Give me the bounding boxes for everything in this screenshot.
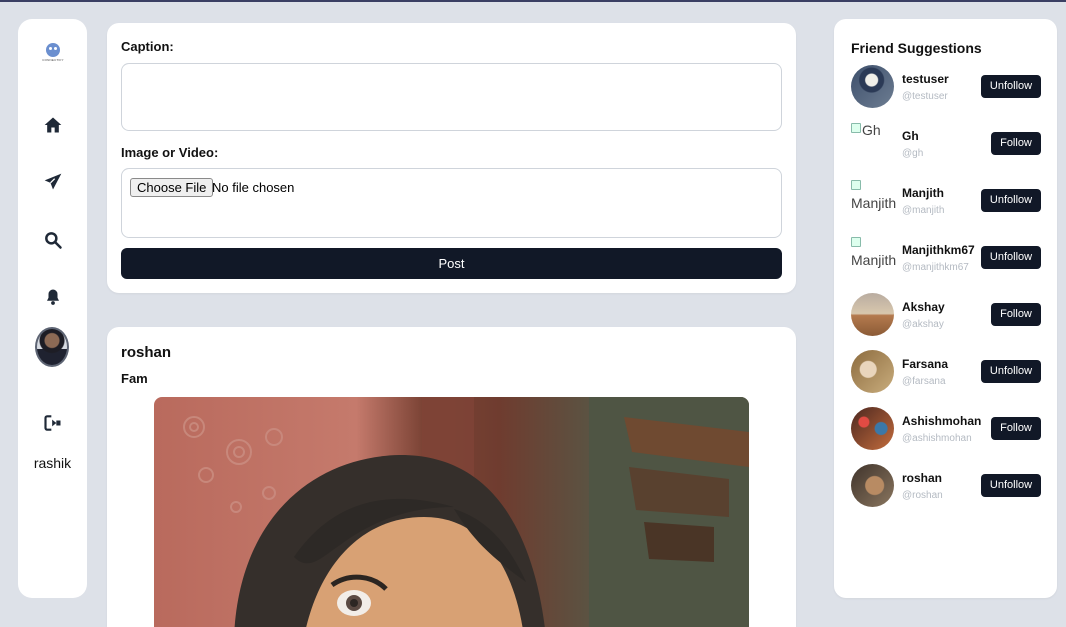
media-file-input[interactable]: Choose File No file chosen [121, 168, 782, 238]
feed-post: roshan Fam [107, 327, 796, 627]
suggestion-row: Farsana @farsana Unfollow [851, 350, 1041, 394]
suggestion-handle: @gh [902, 148, 924, 159]
suggestion-row: testuser @testuser Unfollow [851, 65, 1041, 109]
left-sidebar: CONNECTIFY rashik [18, 19, 87, 598]
bell-icon[interactable] [41, 285, 65, 309]
suggestion-handle: @roshan [902, 490, 943, 501]
profile-avatar[interactable] [35, 327, 69, 367]
suggestion-row: Akshay @akshay Follow [851, 293, 1041, 337]
unfollow-button[interactable]: Unfollow [981, 360, 1041, 383]
suggestion-handle: @akshay [902, 319, 944, 330]
broken-image-icon [851, 123, 861, 133]
broken-avatar-image[interactable]: Manjith [851, 236, 899, 268]
file-status: No file chosen [212, 180, 295, 195]
avatar-alt-text: Manjith [851, 195, 897, 211]
follow-button[interactable]: Follow [991, 132, 1041, 155]
caption-label: Caption: [121, 39, 174, 54]
suggestion-avatar[interactable] [851, 464, 894, 507]
suggestion-avatar[interactable] [851, 293, 894, 336]
logo-text: CONNECTIFY [42, 58, 64, 62]
current-username: rashik [33, 455, 72, 471]
post-button[interactable]: Post [121, 248, 782, 279]
broken-image-icon [851, 180, 861, 190]
suggestion-handle: @ashishmohan [902, 433, 972, 444]
search-icon[interactable] [41, 228, 65, 252]
post-caption: Fam [121, 371, 148, 386]
unfollow-button[interactable]: Unfollow [981, 75, 1041, 98]
window-top-border [0, 0, 1066, 2]
suggestion-name[interactable]: testuser [902, 72, 949, 86]
caption-input[interactable] [121, 63, 782, 131]
suggestion-name[interactable]: Akshay [902, 300, 945, 314]
suggestion-name[interactable]: Manjithkm67 [902, 243, 975, 257]
broken-avatar-image[interactable]: Manjith [851, 179, 899, 211]
home-icon[interactable] [41, 113, 65, 137]
suggestion-row: Gh Gh @gh Follow [851, 122, 1041, 166]
unfollow-button[interactable]: Unfollow [981, 189, 1041, 212]
post-author[interactable]: roshan [121, 344, 171, 361]
suggestion-avatar[interactable] [851, 407, 894, 450]
suggestion-name[interactable]: roshan [902, 471, 942, 485]
post-image[interactable] [154, 397, 749, 627]
logo-mark-icon [46, 43, 60, 57]
avatar-alt-text: Manjith [851, 252, 897, 268]
send-icon[interactable] [41, 170, 65, 194]
suggestion-avatar[interactable] [851, 350, 894, 393]
suggestion-name[interactable]: Manjith [902, 186, 944, 200]
post-composer: Caption: Image or Video: Choose File No … [107, 23, 796, 293]
suggestions-title: Friend Suggestions [851, 40, 982, 56]
unfollow-button[interactable]: Unfollow [981, 246, 1041, 269]
post-illustration [183, 397, 749, 627]
suggestion-name[interactable]: Gh [902, 129, 919, 143]
broken-avatar-image[interactable]: Gh [851, 122, 899, 138]
suggestion-name[interactable]: Ashishmohan [902, 414, 981, 428]
follow-button[interactable]: Follow [991, 417, 1041, 440]
suggestion-row: Manjith Manjith @manjith Unfollow [851, 179, 1041, 223]
avatar-alt-text: Gh [862, 122, 881, 138]
suggestion-name[interactable]: Farsana [902, 357, 948, 371]
follow-button[interactable]: Follow [991, 303, 1041, 326]
friend-suggestions-panel: Friend Suggestions testuser @testuser Un… [834, 19, 1057, 598]
suggestion-avatar[interactable] [851, 65, 894, 108]
suggestion-row: roshan @roshan Unfollow [851, 464, 1041, 508]
suggestion-row: Ashishmohan @ashishmohan Follow [851, 407, 1041, 451]
suggestion-handle: @manjithkm67 [902, 262, 969, 273]
unfollow-button[interactable]: Unfollow [981, 474, 1041, 497]
logout-icon[interactable] [41, 411, 65, 435]
suggestion-handle: @testuser [902, 91, 948, 102]
suggestion-handle: @farsana [902, 376, 946, 387]
suggestion-handle: @manjith [902, 205, 945, 216]
media-label: Image or Video: [121, 145, 219, 160]
suggestion-row: Manjith Manjithkm67 @manjithkm67 Unfollo… [851, 236, 1041, 280]
choose-file-button[interactable]: Choose File [130, 178, 214, 197]
broken-image-icon [851, 237, 861, 247]
app-logo[interactable]: CONNECTIFY [40, 43, 66, 65]
